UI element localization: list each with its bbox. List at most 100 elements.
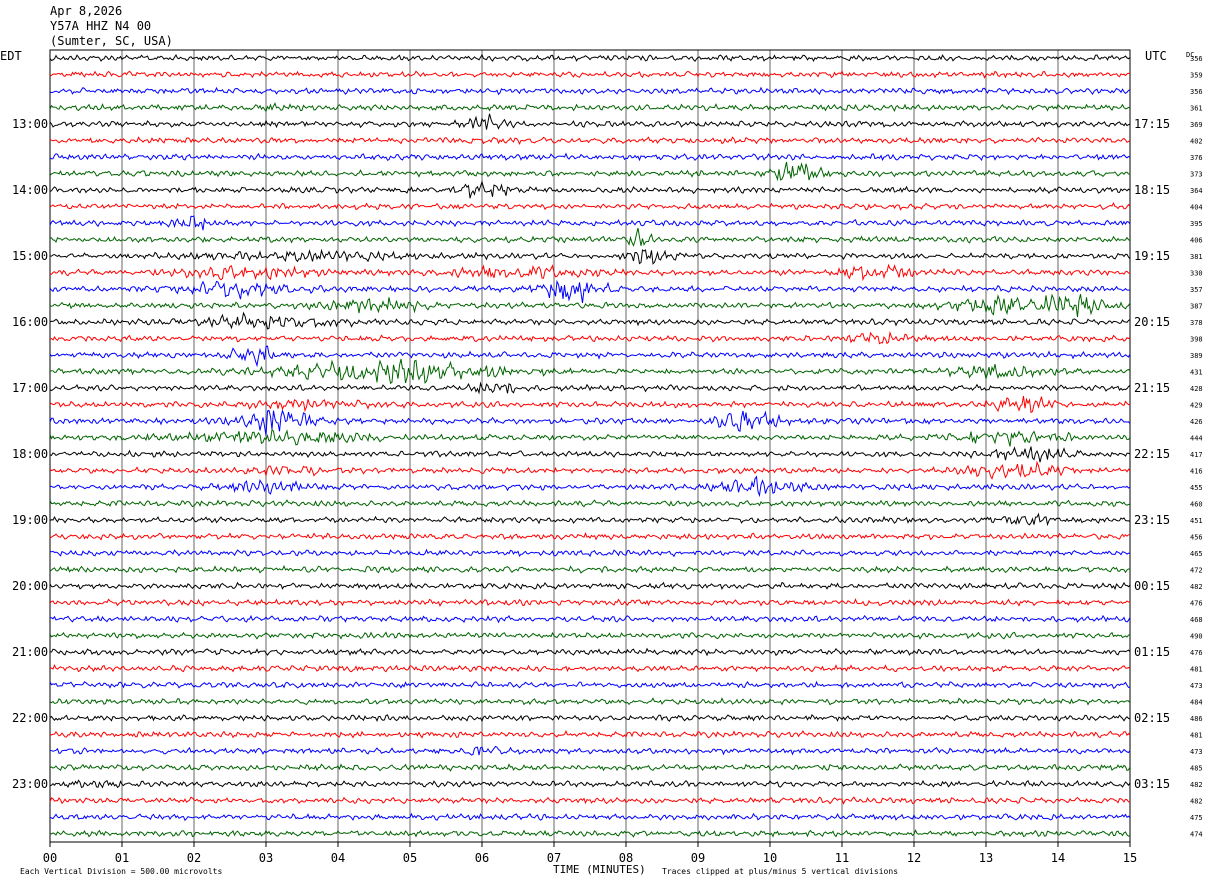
- trace-line: [49, 714, 1131, 723]
- trace-line: [49, 796, 1131, 805]
- trace-line: [49, 180, 1131, 199]
- x-tick-label: 10: [763, 851, 777, 865]
- utc-hour-label: 23:15: [1134, 513, 1170, 527]
- utc-hour-label: 17:15: [1134, 117, 1170, 131]
- x-tick-label: 04: [331, 851, 345, 865]
- seismic-traces: [49, 53, 1131, 838]
- dc-offset-value: 378: [1190, 319, 1203, 327]
- trace-line: [49, 86, 1131, 96]
- edt-hour-label: 14:00: [12, 183, 48, 197]
- trace-line: [49, 499, 1130, 508]
- x-tick-label: 13: [979, 851, 993, 865]
- dc-offset-value: 369: [1190, 121, 1203, 129]
- dc-offset-value: 490: [1190, 633, 1203, 641]
- dc-offset-value: 429: [1190, 402, 1203, 410]
- left-timezone-label: EDT: [0, 49, 22, 63]
- edt-hour-label: 16:00: [12, 315, 48, 329]
- edt-hour-label: 13:00: [12, 117, 48, 131]
- utc-hour-labels: 17:15 18:15 19:15 20:15 21:15 22:15 23:15 00:15…: [1134, 117, 1170, 791]
- dc-offset-value: 451: [1190, 517, 1203, 525]
- dc-offset-value: 460: [1190, 501, 1203, 509]
- trace-line: [49, 745, 1131, 756]
- edt-hour-label: 23:00: [12, 777, 48, 791]
- trace-line: [49, 512, 1131, 527]
- trace-line: [49, 227, 1131, 247]
- dc-offset-value: 473: [1190, 682, 1203, 690]
- trace-line: [49, 532, 1131, 541]
- trace-line: [49, 136, 1131, 146]
- dc-offset-value: 482: [1190, 583, 1203, 591]
- scale-note: Each Vertical Division = 500.00 microvol…: [20, 867, 222, 876]
- dc-offset-value: 359: [1190, 72, 1203, 80]
- dc-offset-value: 356: [1190, 55, 1203, 63]
- trace-line: [49, 293, 1131, 318]
- dc-offset-value: 361: [1190, 105, 1203, 113]
- trace-line: [49, 428, 1131, 447]
- trace-line: [49, 564, 1130, 574]
- dc-offset-value: 484: [1190, 699, 1203, 707]
- dc-offset-value: 481: [1190, 666, 1203, 674]
- utc-hour-label: 19:15: [1134, 249, 1170, 263]
- dc-offset-value: 395: [1190, 220, 1203, 228]
- trace-line: [49, 460, 1131, 480]
- header-date: Apr 8,2026: [50, 4, 122, 18]
- dc-offset-value: 485: [1190, 765, 1203, 773]
- x-axis-ticks: 00 01 02 03 04 05 06 07 08 09 10 11 12 13 14 15: [43, 842, 1137, 865]
- dc-offset-value: 486: [1190, 715, 1203, 723]
- utc-hour-label: 22:15: [1134, 447, 1170, 461]
- dc-offset-value: 356: [1190, 88, 1203, 96]
- trace-line: [49, 663, 1131, 673]
- edt-hour-label: 22:00: [12, 711, 48, 725]
- trace-line: [49, 395, 1131, 414]
- dc-offset-value: 387: [1190, 303, 1203, 311]
- trace-line: [49, 680, 1131, 690]
- dc-offset-value: 381: [1190, 253, 1203, 261]
- trace-line: [49, 647, 1131, 657]
- plot-frame: [49, 49, 1131, 843]
- trace-line: [49, 358, 1131, 385]
- dc-offset-value: 426: [1190, 418, 1203, 426]
- right-timezone-label: UTC: [1145, 49, 1167, 63]
- trace-line: [49, 113, 1131, 130]
- dc-offset-value: 389: [1190, 352, 1203, 360]
- dc-offset-value: 476: [1190, 600, 1203, 608]
- dc-offset-value: 398: [1190, 336, 1203, 344]
- dc-offset-value: 376: [1190, 154, 1203, 162]
- trace-line: [49, 475, 1131, 498]
- dc-offset-value: 444: [1190, 435, 1203, 443]
- dc-offset-value: 373: [1190, 171, 1203, 179]
- utc-hour-label: 18:15: [1134, 183, 1170, 197]
- helicorder-chart: Apr 8,2026 Y57A HHZ N4 00 (Sumter, SC, U…: [0, 4, 1203, 876]
- x-tick-label: 00: [43, 851, 57, 865]
- trace-line: [49, 763, 1131, 772]
- trace-line: [49, 248, 1131, 265]
- x-tick-label: 14: [1051, 851, 1065, 865]
- trace-line: [49, 614, 1131, 624]
- utc-hour-label: 01:15: [1134, 645, 1170, 659]
- trace-line: [49, 381, 1131, 395]
- dc-offset-value: 428: [1190, 385, 1203, 393]
- dc-offset-value: 465: [1190, 550, 1203, 558]
- dc-offset-value: 474: [1190, 831, 1203, 839]
- trace-line: [49, 152, 1131, 162]
- utc-hour-label: 00:15: [1134, 579, 1170, 593]
- x-tick-label: 03: [259, 851, 273, 865]
- dc-offset-value: 472: [1190, 567, 1203, 575]
- dc-offset-value: 475: [1190, 814, 1203, 822]
- trace-line: [49, 53, 1131, 62]
- minute-gridlines: [121, 50, 1059, 842]
- dc-offset-value: 330: [1190, 270, 1203, 278]
- dc-offset-value: 357: [1190, 286, 1203, 294]
- trace-line: [49, 161, 1131, 182]
- edt-hour-label: 21:00: [12, 645, 48, 659]
- x-tick-label: 06: [475, 851, 489, 865]
- x-tick-label: 09: [691, 851, 705, 865]
- dc-offset-labels: 356 359 356 361 369 402 376 373 364 404 395 406 381 3…: [1190, 55, 1203, 839]
- dc-offset-value: 473: [1190, 748, 1203, 756]
- trace-line: [49, 548, 1131, 558]
- edt-hour-labels: 13:00 14:00 15:00 16:00 17:00 18:00 19:00 20:00…: [12, 117, 48, 791]
- dc-offset-value: 416: [1190, 468, 1203, 476]
- clip-note: Traces clipped at plus/minus 5 vertical …: [662, 867, 898, 876]
- trace-line: [49, 729, 1131, 739]
- x-tick-label: 12: [907, 851, 921, 865]
